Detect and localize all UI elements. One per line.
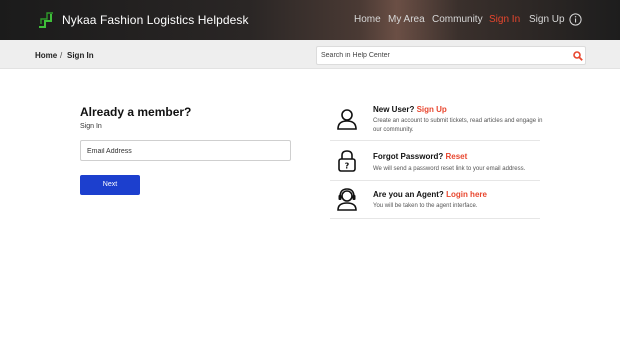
agent-question: Are you an Agent? (373, 190, 444, 199)
agent-headset-icon (337, 188, 357, 211)
divider (330, 180, 540, 181)
user-icon (337, 109, 357, 130)
divider (330, 140, 540, 141)
help-search-box (316, 46, 586, 65)
sign-up-link[interactable]: Sign Up (417, 105, 447, 114)
nav-sign-in[interactable]: Sign In (489, 14, 520, 25)
email-field (80, 140, 291, 161)
agent-heading: Are you an Agent? Login here (373, 190, 487, 199)
nav-sign-up[interactable]: Sign Up (529, 14, 565, 25)
breadcrumb-separator: / (60, 51, 63, 60)
email-input[interactable] (87, 145, 282, 157)
lock-icon: ? (338, 150, 356, 172)
svg-text:?: ? (345, 162, 350, 171)
search-icon[interactable] (573, 51, 583, 61)
forgot-password-description: We will send a password reset link to yo… (373, 166, 526, 172)
next-button[interactable]: Next (80, 175, 140, 195)
logo-icon[interactable] (37, 11, 54, 29)
top-header: Nykaa Fashion Logistics Helpdesk Home My… (0, 0, 620, 40)
forgot-password-heading: Forgot Password? Reset (373, 152, 467, 161)
nav-community[interactable]: Community (432, 14, 483, 25)
search-input[interactable] (321, 49, 561, 62)
nav-my-area[interactable]: My Area (388, 14, 425, 25)
login-here-link[interactable]: Login here (446, 190, 487, 199)
forgot-password-question: Forgot Password? (373, 152, 444, 161)
agent-description: You will be taken to the agent interface… (373, 203, 478, 209)
nav-home[interactable]: Home (354, 14, 381, 25)
new-user-heading: New User? Sign Up (373, 105, 447, 114)
breadcrumb-current: Sign In (67, 51, 94, 60)
info-icon[interactable] (569, 13, 582, 26)
divider (330, 218, 540, 219)
breadcrumb-home[interactable]: Home (35, 51, 57, 60)
login-title: Already a member? (80, 105, 192, 119)
brand-title[interactable]: Nykaa Fashion Logistics Helpdesk (62, 13, 249, 27)
login-subtitle: Sign In (80, 123, 102, 130)
new-user-description: Create an account to submit tickets, rea… (373, 118, 543, 133)
new-user-question: New User? (373, 105, 415, 114)
reset-link[interactable]: Reset (445, 152, 467, 161)
